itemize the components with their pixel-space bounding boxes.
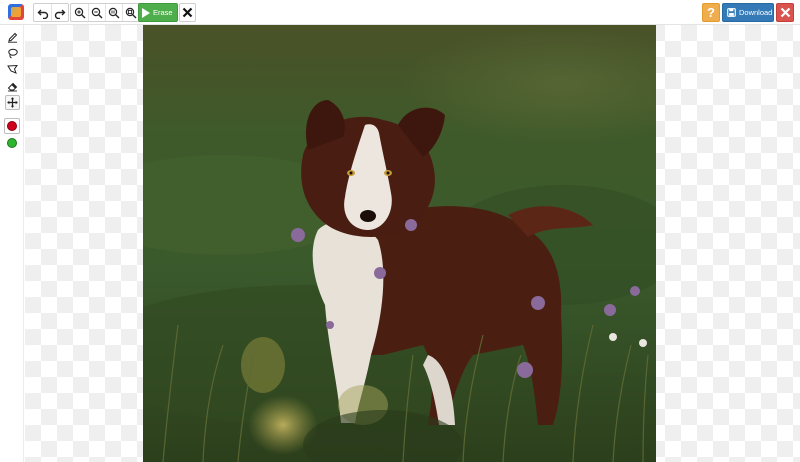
play-icon bbox=[142, 7, 150, 18]
polygon-lasso-tool[interactable] bbox=[5, 62, 20, 77]
move-icon bbox=[7, 97, 18, 108]
brush-tool[interactable] bbox=[5, 30, 20, 45]
undo-button[interactable] bbox=[34, 4, 51, 21]
green-marker-icon bbox=[7, 138, 17, 148]
zoom-out-icon bbox=[91, 7, 103, 18]
zoom-in-icon bbox=[74, 7, 85, 18]
eraser-icon bbox=[7, 82, 18, 92]
tool-sidebar bbox=[0, 25, 24, 462]
eraser-tool[interactable] bbox=[5, 79, 20, 94]
pencil-icon bbox=[8, 32, 18, 43]
history-group bbox=[33, 3, 69, 22]
dog-photo[interactable] bbox=[143, 25, 656, 462]
photo-drawing bbox=[143, 25, 656, 462]
remove-color-button[interactable] bbox=[4, 118, 20, 134]
erase-button[interactable]: Erase bbox=[138, 3, 178, 22]
zoom-out-button[interactable] bbox=[88, 4, 105, 21]
close-icon bbox=[182, 7, 193, 18]
red-marker-icon bbox=[7, 121, 17, 131]
lasso-tool[interactable] bbox=[5, 46, 20, 61]
help-button[interactable]: ? bbox=[702, 3, 720, 22]
zoom-fit-icon bbox=[125, 7, 137, 18]
download-button[interactable]: Download bbox=[722, 3, 774, 22]
redo-icon bbox=[54, 9, 66, 19]
lasso-icon bbox=[8, 48, 18, 59]
erase-button-label: Erase bbox=[153, 8, 173, 17]
move-tool[interactable] bbox=[5, 95, 20, 110]
download-button-label: Download bbox=[739, 8, 773, 17]
cancel-button[interactable] bbox=[179, 3, 196, 22]
help-icon: ? bbox=[707, 5, 715, 20]
redo-button[interactable] bbox=[51, 4, 68, 21]
zoom-group bbox=[70, 3, 140, 22]
top-toolbar: Erase ? Download bbox=[0, 0, 800, 25]
undo-icon bbox=[37, 9, 48, 19]
app-logo-icon bbox=[8, 4, 24, 20]
close-icon bbox=[780, 7, 790, 18]
keep-color-button[interactable] bbox=[4, 135, 20, 151]
save-icon bbox=[727, 8, 736, 17]
exit-button[interactable] bbox=[776, 3, 794, 22]
zoom-actual-button[interactable] bbox=[105, 4, 122, 21]
polygon-lasso-icon bbox=[7, 64, 18, 74]
zoom-fit-button[interactable] bbox=[122, 4, 139, 21]
zoom-in-button[interactable] bbox=[71, 4, 88, 21]
zoom-actual-icon bbox=[108, 7, 120, 18]
